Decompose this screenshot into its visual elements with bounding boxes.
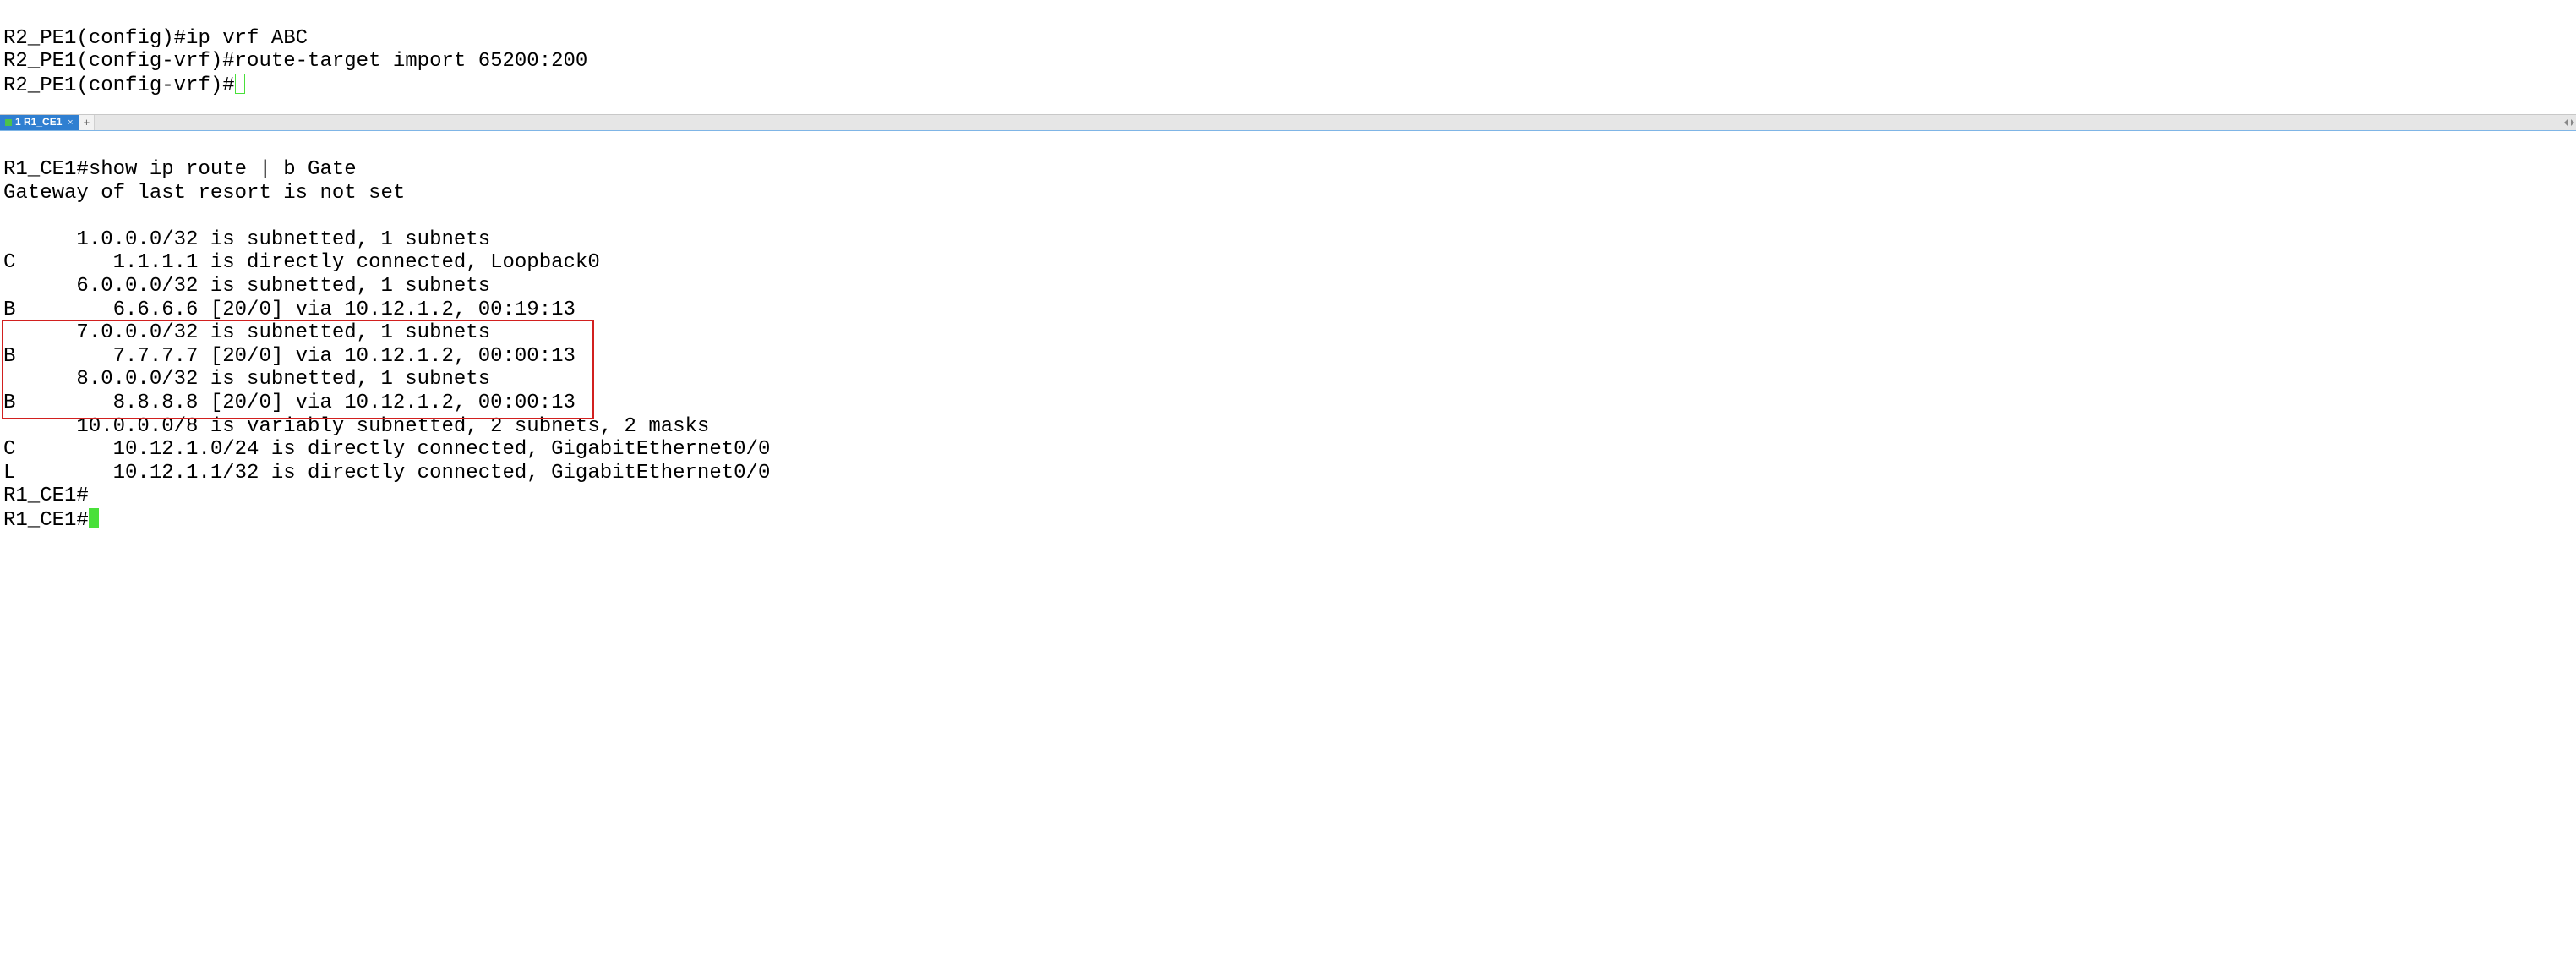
route-line: 10.0.0.0/8 is variably subnetted, 2 subn…: [3, 415, 709, 438]
terminal-line: R1_CE1#: [3, 484, 89, 507]
terminal-line: R2_PE1(config)#ip vrf ABC: [3, 27, 308, 50]
terminal-line: R1_CE1#: [3, 509, 89, 532]
tab-r1-ce1[interactable]: 1 R1_CE1 ×: [0, 115, 79, 130]
tab-bar: 1 R1_CE1 × +: [0, 114, 2576, 131]
route-line: B 8.8.8.8 [20/0] via 10.12.1.2, 00:00:13: [3, 391, 576, 414]
tab-label: 1 R1_CE1: [15, 117, 62, 129]
status-dot-icon: [5, 119, 12, 126]
bottom-terminal[interactable]: R1_CE1#show ip route | b Gate Gateway of…: [0, 131, 2576, 542]
route-line: B 7.7.7.7 [20/0] via 10.12.1.2, 00:00:13: [3, 345, 576, 368]
terminal-line: [3, 205, 15, 227]
cursor-icon: [235, 74, 245, 94]
route-line: 6.0.0.0/32 is subnetted, 1 subnets: [3, 275, 490, 298]
route-line: 1.0.0.0/32 is subnetted, 1 subnets: [3, 228, 490, 251]
terminal-line: R2_PE1(config-vrf)#route-target import 6…: [3, 50, 587, 73]
close-icon[interactable]: ×: [65, 118, 75, 128]
route-line: B 6.6.6.6 [20/0] via 10.12.1.2, 00:19:13: [3, 298, 576, 321]
top-terminal[interactable]: R2_PE1(config)#ip vrf ABC R2_PE1(config-…: [0, 0, 2576, 107]
cursor-icon: [89, 508, 99, 528]
terminal-line: Gateway of last resort is not set: [3, 182, 405, 205]
add-tab-button[interactable]: +: [79, 115, 95, 130]
terminal-line: R2_PE1(config-vrf)#: [3, 74, 235, 97]
route-line: C 10.12.1.0/24 is directly connected, Gi…: [3, 438, 770, 461]
route-line: C 1.1.1.1 is directly connected, Loopbac…: [3, 251, 600, 274]
tab-bar-overflow[interactable]: [95, 115, 2576, 130]
route-line: 7.0.0.0/32 is subnetted, 1 subnets: [3, 321, 490, 344]
terminal-line: R1_CE1#show ip route | b Gate: [3, 158, 357, 181]
route-line: 8.0.0.0/32 is subnetted, 1 subnets: [3, 368, 490, 391]
route-line: L 10.12.1.1/32 is directly connected, Gi…: [3, 462, 770, 484]
